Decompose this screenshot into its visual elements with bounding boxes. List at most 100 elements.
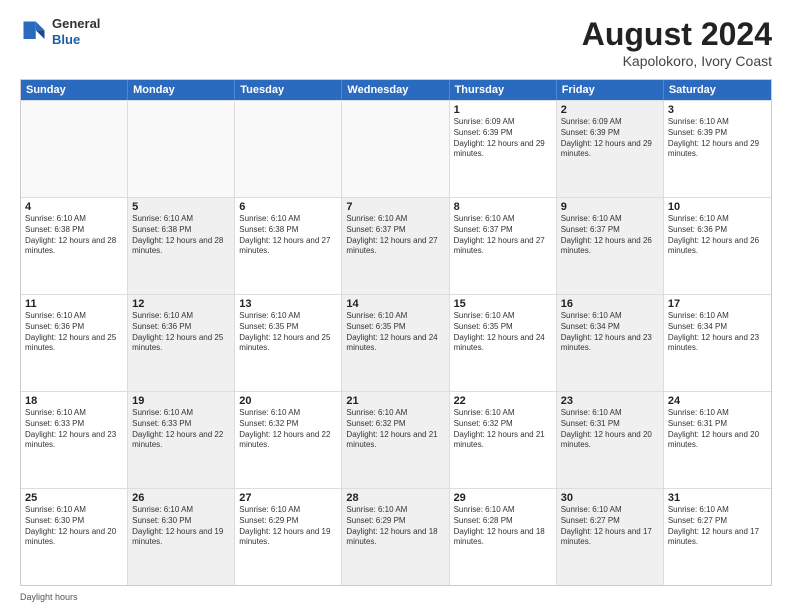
calendar-cell: 24Sunrise: 6:10 AMSunset: 6:31 PMDayligh… (664, 392, 771, 488)
day-number: 17 (668, 298, 767, 310)
calendar-cell: 26Sunrise: 6:10 AMSunset: 6:30 PMDayligh… (128, 489, 235, 585)
calendar-cell (342, 101, 449, 197)
calendar-cell: 28Sunrise: 6:10 AMSunset: 6:29 PMDayligh… (342, 489, 449, 585)
calendar-header-cell: Thursday (450, 80, 557, 100)
title-block: August 2024 Kapolokoro, Ivory Coast (582, 16, 772, 69)
cell-info: Sunrise: 6:10 AMSunset: 6:32 PMDaylight:… (346, 408, 444, 451)
calendar-cell: 5Sunrise: 6:10 AMSunset: 6:38 PMDaylight… (128, 198, 235, 294)
cell-info: Sunrise: 6:10 AMSunset: 6:27 PMDaylight:… (668, 505, 767, 548)
calendar-header-cell: Sunday (21, 80, 128, 100)
calendar-cell: 9Sunrise: 6:10 AMSunset: 6:37 PMDaylight… (557, 198, 664, 294)
day-number: 23 (561, 395, 659, 407)
day-number: 5 (132, 201, 230, 213)
cell-info: Sunrise: 6:10 AMSunset: 6:35 PMDaylight:… (239, 311, 337, 354)
logo-general: General (52, 16, 100, 32)
cell-info: Sunrise: 6:10 AMSunset: 6:37 PMDaylight:… (561, 214, 659, 257)
day-number: 24 (668, 395, 767, 407)
cell-info: Sunrise: 6:10 AMSunset: 6:29 PMDaylight:… (346, 505, 444, 548)
day-number: 31 (668, 492, 767, 504)
day-number: 1 (454, 104, 552, 116)
calendar-cell (128, 101, 235, 197)
calendar-header: SundayMondayTuesdayWednesdayThursdayFrid… (21, 80, 771, 100)
calendar-cell: 12Sunrise: 6:10 AMSunset: 6:36 PMDayligh… (128, 295, 235, 391)
calendar-cell: 31Sunrise: 6:10 AMSunset: 6:27 PMDayligh… (664, 489, 771, 585)
day-number: 22 (454, 395, 552, 407)
cell-info: Sunrise: 6:10 AMSunset: 6:36 PMDaylight:… (132, 311, 230, 354)
cell-info: Sunrise: 6:10 AMSunset: 6:32 PMDaylight:… (239, 408, 337, 451)
calendar-cell: 6Sunrise: 6:10 AMSunset: 6:38 PMDaylight… (235, 198, 342, 294)
day-number: 30 (561, 492, 659, 504)
cell-info: Sunrise: 6:10 AMSunset: 6:31 PMDaylight:… (561, 408, 659, 451)
calendar-row: 1Sunrise: 6:09 AMSunset: 6:39 PMDaylight… (21, 100, 771, 197)
calendar-cell: 8Sunrise: 6:10 AMSunset: 6:37 PMDaylight… (450, 198, 557, 294)
calendar-cell (235, 101, 342, 197)
calendar-header-cell: Tuesday (235, 80, 342, 100)
cell-info: Sunrise: 6:10 AMSunset: 6:27 PMDaylight:… (561, 505, 659, 548)
day-number: 14 (346, 298, 444, 310)
calendar-row: 18Sunrise: 6:10 AMSunset: 6:33 PMDayligh… (21, 391, 771, 488)
cell-info: Sunrise: 6:10 AMSunset: 6:33 PMDaylight:… (25, 408, 123, 451)
calendar-cell: 30Sunrise: 6:10 AMSunset: 6:27 PMDayligh… (557, 489, 664, 585)
cell-info: Sunrise: 6:10 AMSunset: 6:31 PMDaylight:… (668, 408, 767, 451)
cell-info: Sunrise: 6:10 AMSunset: 6:30 PMDaylight:… (132, 505, 230, 548)
calendar-cell: 27Sunrise: 6:10 AMSunset: 6:29 PMDayligh… (235, 489, 342, 585)
cell-info: Sunrise: 6:10 AMSunset: 6:30 PMDaylight:… (25, 505, 123, 548)
calendar-row: 11Sunrise: 6:10 AMSunset: 6:36 PMDayligh… (21, 294, 771, 391)
day-number: 28 (346, 492, 444, 504)
logo-text: General Blue (52, 16, 100, 47)
cell-info: Sunrise: 6:10 AMSunset: 6:39 PMDaylight:… (668, 117, 767, 160)
calendar: SundayMondayTuesdayWednesdayThursdayFrid… (20, 79, 772, 586)
calendar-cell: 22Sunrise: 6:10 AMSunset: 6:32 PMDayligh… (450, 392, 557, 488)
calendar-header-cell: Friday (557, 80, 664, 100)
day-number: 3 (668, 104, 767, 116)
day-number: 20 (239, 395, 337, 407)
cell-info: Sunrise: 6:10 AMSunset: 6:34 PMDaylight:… (561, 311, 659, 354)
calendar-cell: 15Sunrise: 6:10 AMSunset: 6:35 PMDayligh… (450, 295, 557, 391)
day-number: 27 (239, 492, 337, 504)
calendar-header-cell: Saturday (664, 80, 771, 100)
cell-info: Sunrise: 6:10 AMSunset: 6:35 PMDaylight:… (454, 311, 552, 354)
calendar-row: 4Sunrise: 6:10 AMSunset: 6:38 PMDaylight… (21, 197, 771, 294)
main-title: August 2024 (582, 16, 772, 53)
day-number: 6 (239, 201, 337, 213)
calendar-cell: 11Sunrise: 6:10 AMSunset: 6:36 PMDayligh… (21, 295, 128, 391)
calendar-body: 1Sunrise: 6:09 AMSunset: 6:39 PMDaylight… (21, 100, 771, 585)
day-number: 8 (454, 201, 552, 213)
calendar-cell: 1Sunrise: 6:09 AMSunset: 6:39 PMDaylight… (450, 101, 557, 197)
cell-info: Sunrise: 6:10 AMSunset: 6:28 PMDaylight:… (454, 505, 552, 548)
page: General Blue August 2024 Kapolokoro, Ivo… (0, 0, 792, 612)
cell-info: Sunrise: 6:10 AMSunset: 6:32 PMDaylight:… (454, 408, 552, 451)
day-number: 10 (668, 201, 767, 213)
logo-blue: Blue (52, 32, 100, 48)
calendar-cell (21, 101, 128, 197)
day-number: 25 (25, 492, 123, 504)
calendar-cell: 3Sunrise: 6:10 AMSunset: 6:39 PMDaylight… (664, 101, 771, 197)
calendar-cell: 17Sunrise: 6:10 AMSunset: 6:34 PMDayligh… (664, 295, 771, 391)
day-number: 9 (561, 201, 659, 213)
calendar-cell: 21Sunrise: 6:10 AMSunset: 6:32 PMDayligh… (342, 392, 449, 488)
logo: General Blue (20, 16, 100, 47)
day-number: 13 (239, 298, 337, 310)
cell-info: Sunrise: 6:10 AMSunset: 6:36 PMDaylight:… (25, 311, 123, 354)
day-number: 21 (346, 395, 444, 407)
calendar-cell: 19Sunrise: 6:10 AMSunset: 6:33 PMDayligh… (128, 392, 235, 488)
cell-info: Sunrise: 6:10 AMSunset: 6:37 PMDaylight:… (454, 214, 552, 257)
cell-info: Sunrise: 6:10 AMSunset: 6:38 PMDaylight:… (239, 214, 337, 257)
cell-info: Sunrise: 6:10 AMSunset: 6:29 PMDaylight:… (239, 505, 337, 548)
day-number: 29 (454, 492, 552, 504)
calendar-header-cell: Wednesday (342, 80, 449, 100)
day-number: 15 (454, 298, 552, 310)
calendar-cell: 2Sunrise: 6:09 AMSunset: 6:39 PMDaylight… (557, 101, 664, 197)
calendar-cell: 16Sunrise: 6:10 AMSunset: 6:34 PMDayligh… (557, 295, 664, 391)
cell-info: Sunrise: 6:10 AMSunset: 6:33 PMDaylight:… (132, 408, 230, 451)
calendar-cell: 25Sunrise: 6:10 AMSunset: 6:30 PMDayligh… (21, 489, 128, 585)
cell-info: Sunrise: 6:10 AMSunset: 6:38 PMDaylight:… (25, 214, 123, 257)
day-number: 16 (561, 298, 659, 310)
day-number: 12 (132, 298, 230, 310)
day-number: 19 (132, 395, 230, 407)
day-number: 7 (346, 201, 444, 213)
calendar-cell: 13Sunrise: 6:10 AMSunset: 6:35 PMDayligh… (235, 295, 342, 391)
cell-info: Sunrise: 6:10 AMSunset: 6:34 PMDaylight:… (668, 311, 767, 354)
day-number: 4 (25, 201, 123, 213)
cell-info: Sunrise: 6:10 AMSunset: 6:35 PMDaylight:… (346, 311, 444, 354)
